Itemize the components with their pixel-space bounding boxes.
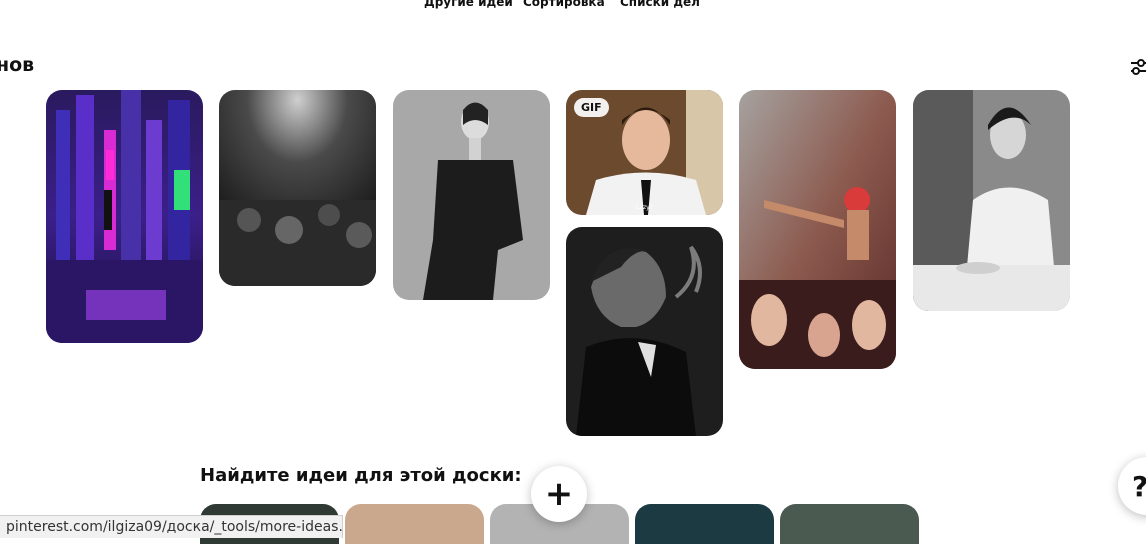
tab-todo-lists[interactable]: Списки дел (620, 0, 700, 9)
pin-caption: Lazy? (636, 204, 653, 211)
pin-card[interactable] (219, 90, 376, 286)
pin-image (913, 90, 1070, 311)
help-button[interactable]: ? (1118, 457, 1146, 515)
pin-card[interactable] (739, 90, 896, 369)
status-bar-url: pinterest.com/ilgiza09/доска/_tools/more… (0, 515, 343, 538)
idea-thumbnail[interactable] (345, 504, 484, 544)
tab-sort[interactable]: Сортировка (523, 0, 605, 9)
idea-thumbnail[interactable] (780, 504, 919, 544)
question-icon: ? (1132, 470, 1146, 503)
add-button[interactable]: + (531, 466, 587, 522)
section-title: нов (0, 54, 35, 76)
pin-card[interactable] (913, 90, 1070, 311)
filter-icon[interactable] (1130, 58, 1146, 76)
tab-more-ideas[interactable]: Другие идеи (424, 0, 513, 9)
find-ideas-title: Найдите идеи для этой доски: (200, 465, 522, 486)
pin-image (393, 90, 550, 300)
pin-image (46, 90, 203, 343)
pin-card[interactable]: GIF Lazy? (566, 90, 723, 215)
pin-image (219, 90, 376, 286)
pin-image (739, 90, 896, 369)
idea-thumbnail[interactable] (635, 504, 774, 544)
pin-card[interactable] (566, 227, 723, 436)
gif-badge: GIF (574, 98, 609, 117)
pin-card[interactable] (46, 90, 203, 343)
pin-image (566, 227, 723, 436)
plus-icon: + (544, 474, 574, 514)
pin-card[interactable] (393, 90, 550, 300)
board-tabs: Другие идеи Сортировка Списки дел (0, 0, 1146, 15)
